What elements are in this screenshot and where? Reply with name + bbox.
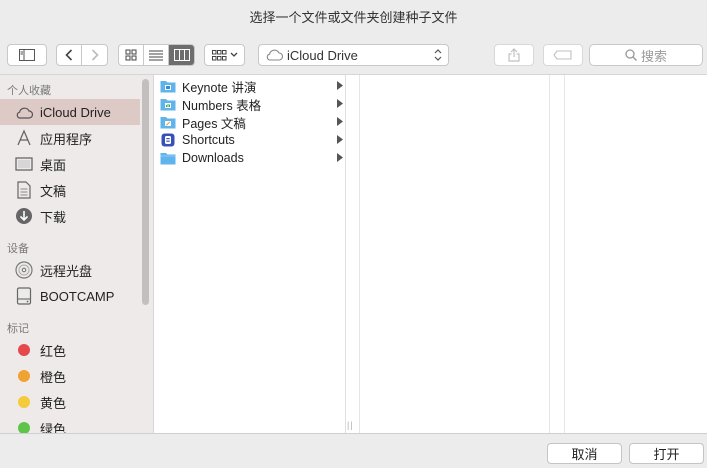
sidebar-item-tag-orange[interactable]: 橙色: [0, 363, 140, 389]
search-field[interactable]: 搜索: [589, 44, 703, 66]
sidebar-item-tag-yellow[interactable]: 黄色: [0, 389, 140, 415]
file-row-label: Pages 文稿: [182, 116, 246, 131]
sidebar-item-desktop[interactable]: 桌面: [0, 151, 140, 177]
location-label: iCloud Drive: [287, 47, 358, 63]
file-row-keynote[interactable]: Keynote 讲演: [154, 77, 346, 95]
search-placeholder: 搜索: [640, 48, 667, 64]
sidebar-item-icloud-drive[interactable]: iCloud Drive: [0, 99, 140, 125]
sidebar-item-label: 橙色: [40, 369, 67, 385]
sidebar-item-label: 远程光盘: [40, 263, 93, 279]
cloud-icon: [266, 49, 283, 61]
sidebar-item-tag-red[interactable]: 红色: [0, 337, 140, 363]
open-button[interactable]: 打开: [629, 443, 704, 464]
sidebar-item-label: 桌面: [40, 157, 67, 173]
pages-folder-icon: [160, 115, 176, 129]
downloads-icon: [14, 206, 34, 226]
sidebar-item-label: 黄色: [40, 395, 67, 411]
file-row-numbers[interactable]: Numbers 表格: [154, 95, 346, 113]
sidebar-item-applications[interactable]: 应用程序: [0, 125, 140, 151]
dialog-footer: 取消 打开: [0, 433, 707, 468]
location-popup[interactable]: iCloud Drive: [258, 44, 449, 66]
column-view-button[interactable]: [169, 45, 194, 65]
icon-view-icon: [125, 49, 137, 61]
cancel-button[interactable]: 取消: [547, 443, 622, 464]
column-browser: Keynote 讲演 Numbers 表格 Pages 文稿 Shortcuts…: [153, 74, 707, 434]
forward-button[interactable]: [82, 45, 107, 65]
desktop-icon: [14, 154, 34, 174]
cloud-icon: [14, 102, 34, 122]
share-icon: [508, 48, 520, 62]
optical-disc-icon: [14, 260, 34, 280]
file-row-label: Shortcuts: [182, 133, 235, 147]
file-row-label: Numbers 表格: [182, 98, 262, 113]
keynote-folder-icon: [160, 79, 176, 93]
applications-icon: [14, 128, 34, 148]
chevron-down-icon: [230, 52, 237, 57]
tag-dot-icon: [14, 418, 34, 433]
numbers-folder-icon: [160, 97, 176, 111]
share-button[interactable]: [494, 44, 534, 66]
browser-column-1: Keynote 讲演 Numbers 表格 Pages 文稿 Shortcuts…: [154, 75, 346, 434]
shortcuts-folder-icon: [160, 133, 176, 147]
favorites-header: 个人收藏: [7, 85, 51, 97]
sidebar-item-label: iCloud Drive: [40, 104, 111, 120]
toolbar: iCloud Drive 搜索: [0, 36, 707, 74]
column-resize-handle[interactable]: ||: [347, 420, 354, 430]
group-by-button[interactable]: [204, 44, 245, 66]
file-row-pages[interactable]: Pages 文稿: [154, 113, 346, 131]
disclosure-arrow-icon: [337, 117, 343, 126]
chevron-right-icon: [91, 49, 99, 61]
sidebar-item-label: 红色: [40, 343, 67, 359]
tags-header: 标记: [7, 323, 29, 335]
file-row-label: Downloads: [182, 151, 244, 165]
sidebar-item-label: 绿色: [40, 421, 67, 434]
hard-drive-icon: [14, 286, 34, 306]
sidebar-item-remote-disc[interactable]: 远程光盘: [0, 257, 140, 283]
documents-icon: [14, 180, 34, 200]
disclosure-arrow-icon: [337, 153, 343, 162]
nav-button-group: [56, 44, 108, 66]
file-row-label: Keynote 讲演: [182, 80, 257, 95]
tag-dot-icon: [14, 392, 34, 412]
sidebar-toggle-button[interactable]: [7, 44, 47, 66]
folder-icon: [160, 151, 176, 165]
sidebar-item-label: BOOTCAMP: [40, 288, 115, 304]
sidebar-item-bootcamp[interactable]: BOOTCAMP: [0, 283, 140, 309]
tag-dot-icon: [14, 366, 34, 386]
file-row-shortcuts[interactable]: Shortcuts: [154, 131, 346, 149]
sidebar-item-label: 应用程序: [40, 131, 93, 147]
updown-chevron-icon: [434, 49, 442, 61]
disclosure-arrow-icon: [337, 99, 343, 108]
view-mode-group: [118, 44, 195, 66]
file-row-downloads[interactable]: Downloads: [154, 149, 346, 167]
browser-column-3: [564, 75, 707, 434]
chevron-left-icon: [65, 49, 73, 61]
sidebar-item-label: 文稿: [40, 183, 67, 199]
group-grid-icon: [211, 49, 226, 60]
sidebar-item-label: 下载: [40, 209, 67, 225]
column-view-icon: [173, 49, 190, 61]
sidebar-icon: [19, 49, 35, 61]
back-button[interactable]: [57, 45, 82, 65]
disclosure-arrow-icon: [337, 81, 343, 90]
sidebar-item-downloads[interactable]: 下载: [0, 203, 140, 229]
sidebar-item-tag-green[interactable]: 绿色: [0, 415, 140, 433]
browser-column-2: [359, 75, 550, 434]
icon-view-button[interactable]: [119, 45, 144, 65]
list-view-button[interactable]: [144, 45, 169, 65]
tag-button[interactable]: [543, 44, 583, 66]
window-title: 选择一个文件或文件夹创建种子文件: [249, 10, 458, 25]
sidebar-scrollbar[interactable]: [142, 79, 149, 305]
tag-dot-icon: [14, 340, 34, 360]
sidebar: 个人收藏 iCloud Drive 应用程序 桌面 文稿 下载 设备 远程光盘 …: [0, 74, 153, 433]
list-view-icon: [149, 50, 163, 60]
sidebar-item-documents[interactable]: 文稿: [0, 177, 140, 203]
disclosure-arrow-icon: [337, 135, 343, 144]
tag-icon: [553, 50, 572, 60]
devices-header: 设备: [7, 243, 29, 255]
search-icon: [625, 49, 637, 61]
